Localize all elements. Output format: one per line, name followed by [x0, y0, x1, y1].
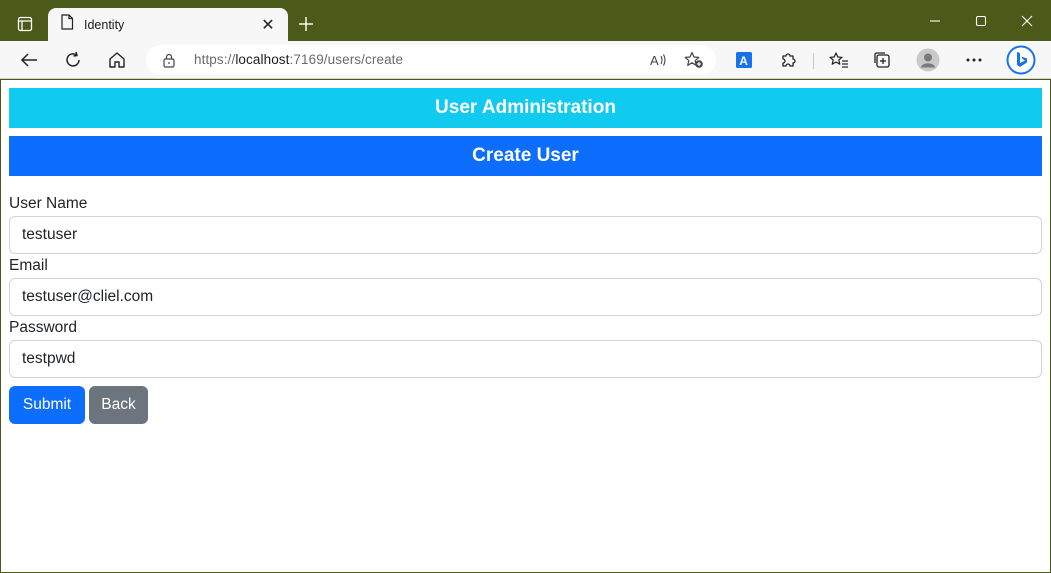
page-title: Create User — [9, 136, 1042, 176]
svg-text:A: A — [739, 54, 748, 68]
browser-toolbar: https://localhost:7169/users/create A A — [0, 41, 1051, 79]
more-options-icon[interactable] — [959, 45, 989, 75]
profile-avatar-icon[interactable] — [913, 45, 943, 75]
collections-icon[interactable] — [867, 45, 897, 75]
tab-title: Identity — [84, 17, 125, 32]
admin-banner: User Administration — [9, 88, 1042, 128]
email-label: Email — [9, 257, 48, 274]
url-text: https://localhost:7169/users/create — [194, 52, 404, 67]
address-bar[interactable]: https://localhost:7169/users/create A — [146, 45, 716, 75]
close-window-icon[interactable] — [1004, 6, 1050, 36]
add-favorite-icon[interactable] — [682, 49, 706, 71]
tab-actions-icon[interactable] — [10, 10, 40, 38]
email-input[interactable] — [9, 278, 1042, 316]
home-icon[interactable] — [102, 45, 132, 75]
back-button[interactable]: Back — [89, 386, 148, 424]
browser-window: Identity ✕ https://localhost:7169/users/… — [0, 0, 1051, 573]
new-tab-icon[interactable] — [294, 12, 318, 36]
bing-copilot-icon[interactable] — [1005, 44, 1037, 76]
password-input[interactable] — [9, 340, 1042, 378]
username-input[interactable] — [9, 216, 1042, 254]
translate-icon[interactable]: A — [729, 45, 759, 75]
minimize-icon[interactable] — [912, 6, 958, 36]
read-aloud-icon[interactable]: A — [646, 49, 670, 71]
extensions-icon[interactable] — [774, 45, 804, 75]
submit-button[interactable]: Submit — [9, 386, 85, 424]
back-arrow-icon[interactable] — [14, 45, 44, 75]
favorites-icon[interactable] — [824, 45, 854, 75]
svg-text:A: A — [650, 53, 659, 68]
browser-tab[interactable]: Identity ✕ — [48, 8, 288, 41]
lock-icon[interactable] — [162, 52, 176, 73]
toolbar-separator — [813, 53, 814, 69]
title-bar: Identity ✕ — [0, 0, 1051, 41]
username-label: User Name — [9, 195, 88, 212]
maximize-icon[interactable] — [958, 6, 1004, 36]
password-label: Password — [9, 319, 78, 336]
page-icon — [60, 14, 74, 35]
close-tab-icon[interactable]: ✕ — [258, 15, 278, 35]
refresh-icon[interactable] — [58, 45, 88, 75]
page-content: User Administration Create User User Nam… — [1, 80, 1050, 572]
